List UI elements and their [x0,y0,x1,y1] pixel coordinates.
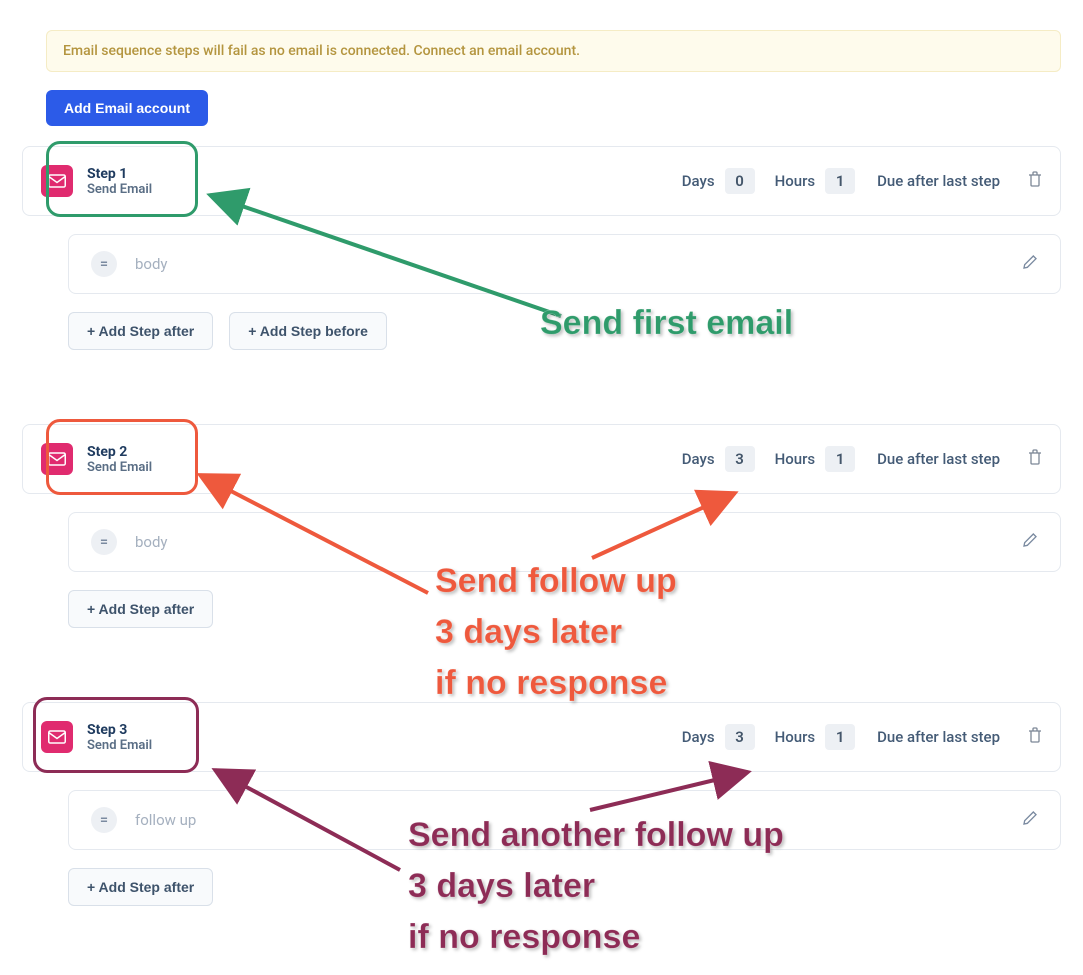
add-step-after-button[interactable]: + Add Step after [68,590,213,628]
step-title: Step 2 [87,444,152,460]
warning-banner: Email sequence steps will fail as no ema… [46,30,1061,72]
mail-icon [41,165,73,197]
drag-handle-icon[interactable]: = [91,251,117,277]
delete-step-icon[interactable] [1028,171,1042,191]
step-actions: + Add Step after [68,868,1061,906]
drag-handle-icon[interactable]: = [91,807,117,833]
days-value[interactable]: 3 [725,724,755,750]
step-body-row[interactable]: = body [68,234,1061,294]
step-1: Step 1Send Email Days 0 Hours 1 Due after las… [22,146,1061,350]
due-after-label: Due after last step [877,728,1000,746]
step-header[interactable]: Step 1Send Email Days 0 Hours 1 Due after las… [22,146,1061,216]
hours-value[interactable]: 1 [825,446,855,472]
delete-step-icon[interactable] [1028,449,1042,469]
add-step-after-button[interactable]: + Add Step after [68,868,213,906]
step-title: Step 1 [87,166,152,182]
hours-label: Hours [775,450,816,468]
due-after-label: Due after last step [877,450,1000,468]
hours-label: Hours [775,172,816,190]
step-actions: + Add Step after + Add Step before [68,312,1061,350]
edit-icon[interactable] [1022,254,1038,274]
edit-icon[interactable] [1022,810,1038,830]
step-actions: + Add Step after [68,590,1061,628]
add-email-account-button[interactable]: Add Email account [46,90,208,126]
step-title: Step 3 [87,722,152,738]
step-subtitle: Send Email [87,738,152,753]
step-subtitle: Send Email [87,460,152,475]
due-after-label: Due after last step [877,172,1000,190]
mail-icon [41,443,73,475]
days-value[interactable]: 3 [725,446,755,472]
add-step-before-button[interactable]: + Add Step before [229,312,387,350]
step-body-row[interactable]: = body [68,512,1061,572]
hours-label: Hours [775,728,816,746]
step-body-row[interactable]: = follow up [68,790,1061,850]
step-3: Step 3Send Email Days 3 Hours 1 Due after las… [22,702,1061,906]
step-header[interactable]: Step 3Send Email Days 3 Hours 1 Due after las… [22,702,1061,772]
days-label: Days [682,728,715,746]
add-step-after-button[interactable]: + Add Step after [68,312,213,350]
body-placeholder: body [135,255,1004,273]
mail-icon [41,721,73,753]
delete-step-icon[interactable] [1028,727,1042,747]
step-header[interactable]: Step 2Send Email Days 3 Hours 1 Due after las… [22,424,1061,494]
step-subtitle: Send Email [87,182,152,197]
body-placeholder: body [135,533,1004,551]
body-placeholder: follow up [135,811,1004,829]
hours-value[interactable]: 1 [825,168,855,194]
drag-handle-icon[interactable]: = [91,529,117,555]
days-label: Days [682,450,715,468]
edit-icon[interactable] [1022,532,1038,552]
days-label: Days [682,172,715,190]
step-2: Step 2Send Email Days 3 Hours 1 Due after las… [22,424,1061,628]
days-value[interactable]: 0 [725,168,755,194]
hours-value[interactable]: 1 [825,724,855,750]
